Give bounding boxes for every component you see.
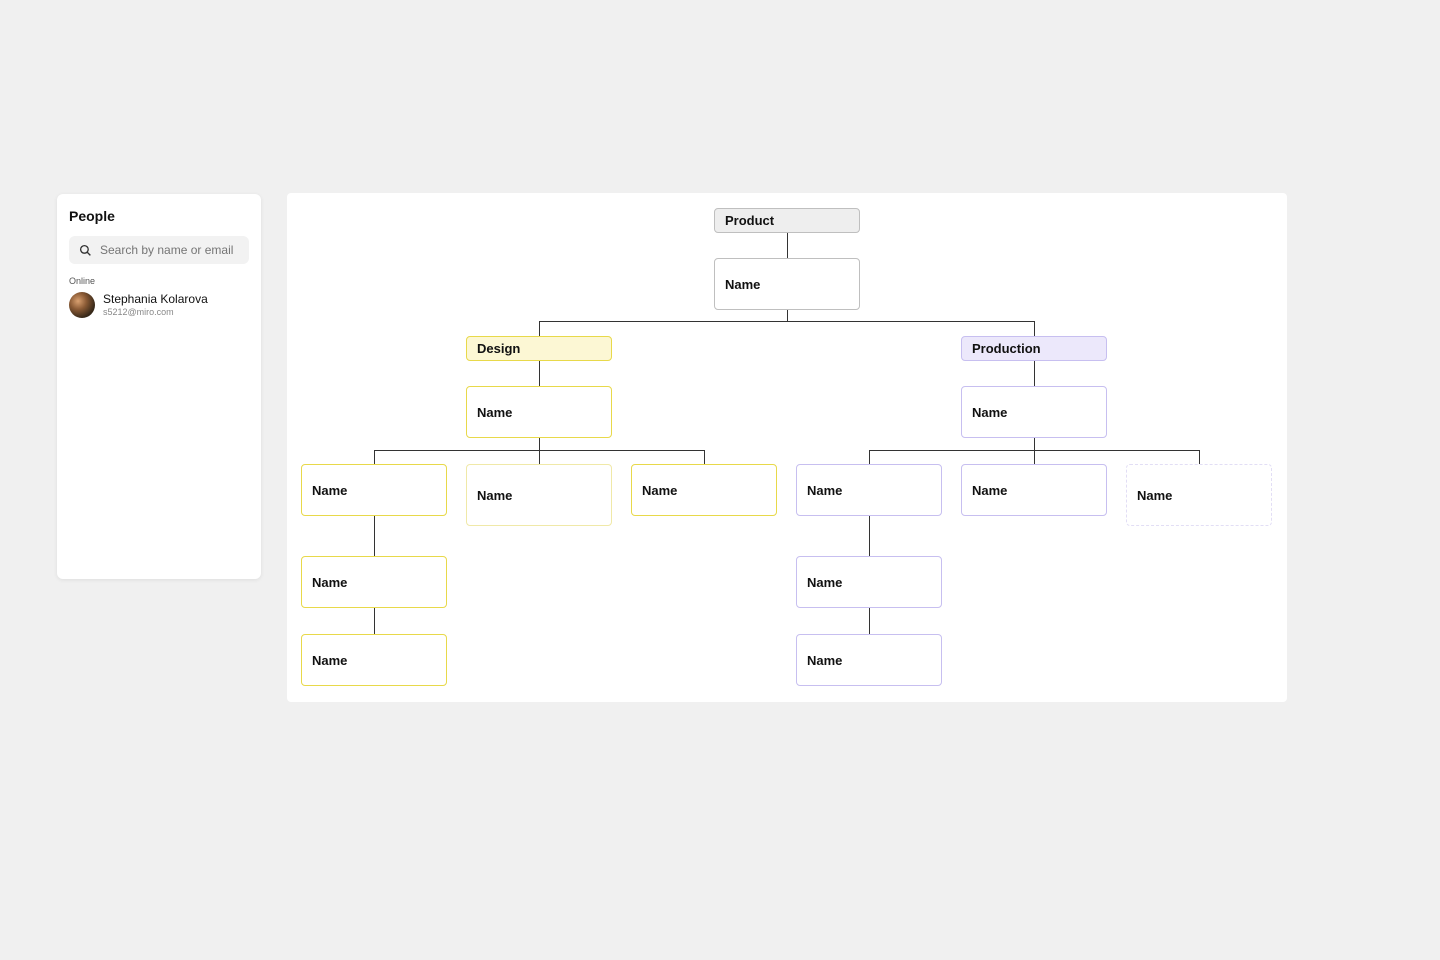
node-design-child-1[interactable]: Name <box>301 464 447 516</box>
people-panel: People Online Stephania Kolarova s5212@m… <box>57 194 261 579</box>
connector <box>869 450 870 464</box>
connector <box>704 450 705 464</box>
node-production-header[interactable]: Production <box>961 336 1107 361</box>
connector <box>539 321 540 336</box>
node-design-sub-1[interactable]: Name <box>301 556 447 608</box>
node-design-child-2[interactable]: Name <box>466 464 612 526</box>
connector <box>869 516 870 556</box>
node-production-child-1[interactable]: Name <box>796 464 942 516</box>
connector <box>539 361 540 386</box>
connector <box>539 321 1034 322</box>
connector <box>1199 450 1200 464</box>
connector <box>787 310 788 321</box>
node-design-lead[interactable]: Name <box>466 386 612 438</box>
node-production-child-2[interactable]: Name <box>961 464 1107 516</box>
node-design-child-3[interactable]: Name <box>631 464 777 516</box>
connector <box>787 233 788 258</box>
node-product[interactable]: Product <box>714 208 860 233</box>
connector <box>1034 321 1035 336</box>
search-input[interactable] <box>100 243 239 257</box>
connector <box>1034 450 1035 464</box>
connector <box>539 450 540 464</box>
connector <box>374 450 375 464</box>
connector <box>539 438 540 450</box>
connector <box>1034 438 1035 450</box>
node-production-lead[interactable]: Name <box>961 386 1107 438</box>
node-production-sub-2[interactable]: Name <box>796 634 942 686</box>
avatar <box>69 292 95 318</box>
connector <box>374 516 375 556</box>
search-box[interactable] <box>69 236 249 264</box>
connector <box>374 608 375 634</box>
node-design-sub-2[interactable]: Name <box>301 634 447 686</box>
search-icon <box>79 244 92 257</box>
person-name: Stephania Kolarova <box>103 292 208 306</box>
connector <box>1034 361 1035 386</box>
connector <box>869 608 870 634</box>
node-production-child-3[interactable]: Name <box>1126 464 1272 526</box>
person-row[interactable]: Stephania Kolarova s5212@miro.com <box>69 292 249 318</box>
org-chart-canvas[interactable]: Product Name Design Name Name Name Name … <box>287 193 1287 702</box>
node-design-header[interactable]: Design <box>466 336 612 361</box>
people-title: People <box>69 208 249 224</box>
person-email: s5212@miro.com <box>103 307 208 318</box>
online-label: Online <box>69 276 249 286</box>
node-production-sub-1[interactable]: Name <box>796 556 942 608</box>
node-product-lead[interactable]: Name <box>714 258 860 310</box>
